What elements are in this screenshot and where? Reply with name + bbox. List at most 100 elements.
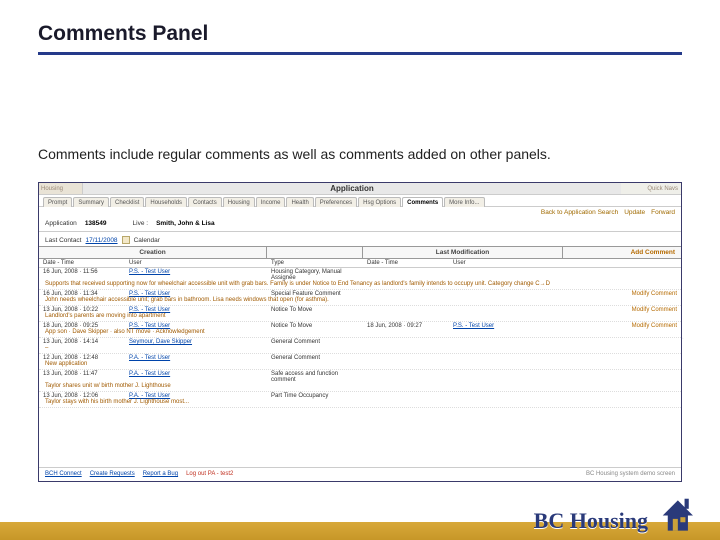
table-row: 13 Jun, 2008 · 12:06P.A. - Test UserPart… — [39, 392, 681, 408]
tab-checklist[interactable]: Checklist — [110, 197, 144, 207]
last-contact-row: Last Contact 17/11/2008 Calendar — [39, 234, 681, 246]
tab-preferences[interactable]: Preferences — [315, 197, 357, 207]
row-mod-user[interactable] — [449, 339, 563, 345]
update-button[interactable]: Update — [624, 209, 645, 216]
house-logo-icon — [656, 492, 698, 534]
row-type: General Comment — [267, 339, 363, 345]
col-create-datetime: Date - Time — [39, 259, 125, 267]
last-contact-label: Last Contact — [45, 237, 82, 244]
back-button[interactable]: Back to Application Search — [541, 209, 618, 216]
quick-navs[interactable]: Quick Navs — [621, 183, 681, 194]
tab-prompt[interactable]: Prompt — [43, 197, 72, 207]
row-create-user[interactable]: Seymour, Dave Skipper — [125, 339, 267, 345]
row-mod-dt — [363, 355, 449, 361]
row-note: Taylor stays with his birth mother J. Li… — [39, 399, 681, 406]
tab-health[interactable]: Health — [286, 197, 313, 207]
table-row: 16 Jun, 2008 · 11:34P.S. - Test UserSpec… — [39, 290, 681, 306]
row-mod-dt — [363, 307, 449, 313]
table-column-header: Date - Time User Type Date - Time User — [39, 259, 681, 268]
slide-body: Comments include regular comments as wel… — [38, 146, 668, 164]
row-type: Housing Category, Manual Assignee — [267, 269, 363, 281]
row-mod-dt: 18 Jun, 2008 · 09:27 — [363, 323, 449, 329]
tab-hsg-options[interactable]: Hsg Options — [358, 197, 401, 207]
table-row: 13 Jun, 2008 · 10:22P.S. - Test UserNoti… — [39, 306, 681, 322]
row-action — [563, 371, 681, 383]
col-create-user: User — [125, 259, 267, 267]
row-type: Notice To Move — [267, 307, 363, 313]
footer-note: BC Housing system demo screen — [586, 471, 675, 477]
row-mod-user[interactable] — [449, 355, 563, 361]
table-row: 13 Jun, 2008 · 14:14Seymour, Dave Skippe… — [39, 338, 681, 354]
row-mod-user[interactable] — [449, 307, 563, 313]
table-body: 16 Jun, 2008 · 11:56P.S. - Test UserHous… — [39, 268, 681, 408]
tab-comments[interactable]: Comments — [402, 197, 443, 207]
sidebar-label: Housing — [39, 183, 83, 194]
row-mod-dt — [363, 371, 449, 383]
forward-button[interactable]: Forward — [651, 209, 675, 216]
tab-income[interactable]: Income — [256, 197, 286, 207]
col-mod-datetime: Date - Time — [363, 259, 449, 267]
live-name: Smith, John & Lisa — [156, 220, 215, 227]
brand-text: BC Housing — [534, 508, 648, 534]
row-mod-dt — [363, 393, 449, 399]
row-note: – — [39, 345, 681, 352]
live-label: Live : — [133, 220, 149, 227]
row-mod-user[interactable] — [449, 371, 563, 383]
tab-contacts[interactable]: Contacts — [188, 197, 222, 207]
tab-households[interactable]: Households — [145, 197, 187, 207]
last-contact-date[interactable]: 17/11/2008 — [86, 237, 118, 244]
screenshot-footer: BCH Connect Create Requests Report a Bug… — [39, 467, 681, 481]
app-screenshot: Housing Application Quick Navs PromptSum… — [38, 182, 682, 482]
row-type: General Comment — [267, 355, 363, 361]
brand-lockup: BC Housing — [534, 492, 698, 534]
footer-logout[interactable]: Log out PA - test2 — [186, 471, 233, 477]
app-no: 138549 — [85, 220, 107, 227]
footer-link-connect[interactable]: BCH Connect — [45, 471, 82, 477]
table-row: 18 Jun, 2008 · 09:25P.S. - Test UserNoti… — [39, 322, 681, 338]
group-creation: Creation — [135, 249, 169, 256]
tab-more-info-[interactable]: More Info... — [444, 197, 484, 207]
row-create-user[interactable]: P.A. - Test User — [125, 355, 267, 361]
group-lastmod: Last Modification — [432, 249, 493, 256]
table-group-header: Creation Last Modification Add Comment — [39, 246, 681, 259]
row-mod-user[interactable] — [449, 393, 563, 399]
tab-housing[interactable]: Housing — [223, 197, 255, 207]
row-mod-dt — [363, 339, 449, 345]
table-row: 16 Jun, 2008 · 11:56P.S. - Test UserHous… — [39, 268, 681, 290]
row-create-user[interactable]: P.S. - Test User — [125, 269, 267, 281]
row-mod-user[interactable] — [449, 269, 563, 281]
row-create-user[interactable]: P.A. - Test User — [125, 371, 267, 383]
footer-link-bug[interactable]: Report a Bug — [143, 471, 178, 477]
row-action[interactable]: Modify Comment — [563, 323, 681, 329]
row-type: Notice To Move — [267, 323, 363, 329]
row-action — [563, 269, 681, 281]
row-action — [563, 393, 681, 399]
row-mod-user[interactable] — [449, 291, 563, 297]
row-create-dt: 13 Jun, 2008 · 14:14 — [39, 339, 125, 345]
row-action[interactable]: Modify Comment — [563, 291, 681, 297]
row-action — [563, 339, 681, 345]
window-top-strip: Housing Application Quick Navs — [39, 183, 681, 195]
tab-bar: PromptSummaryChecklistHouseholdsContacts… — [39, 195, 681, 207]
row-create-dt: 16 Jun, 2008 · 11:56 — [39, 269, 125, 281]
row-mod-user[interactable]: P.S. - Test User — [449, 323, 563, 329]
add-comment-link[interactable]: Add Comment — [631, 249, 675, 256]
row-note: Landlord's parents are moving into apart… — [39, 313, 681, 320]
calendar-label: Calendar — [134, 237, 160, 244]
row-note: John needs wheelchair accessible unit; g… — [39, 297, 681, 304]
row-note: App son · Dave Skipper · also NT move · … — [39, 329, 681, 336]
action-buttons-row: Back to Application Search Update Forwar… — [39, 207, 681, 218]
calendar-icon[interactable] — [122, 236, 130, 244]
row-type: Part Time Occupancy — [267, 393, 363, 399]
row-mod-dt — [363, 291, 449, 297]
app-no-label: Application — [45, 220, 77, 227]
row-action[interactable]: Modify Comment — [563, 307, 681, 313]
footer-link-requests[interactable]: Create Requests — [90, 471, 135, 477]
row-type: Safe access and function comment — [267, 371, 363, 383]
row-action — [563, 355, 681, 361]
tab-summary[interactable]: Summary — [73, 197, 109, 207]
title-underline — [38, 52, 682, 55]
row-create-dt: 13 Jun, 2008 · 11:47 — [39, 371, 125, 383]
col-type: Type — [267, 259, 363, 267]
col-mod-user: User — [449, 259, 563, 267]
